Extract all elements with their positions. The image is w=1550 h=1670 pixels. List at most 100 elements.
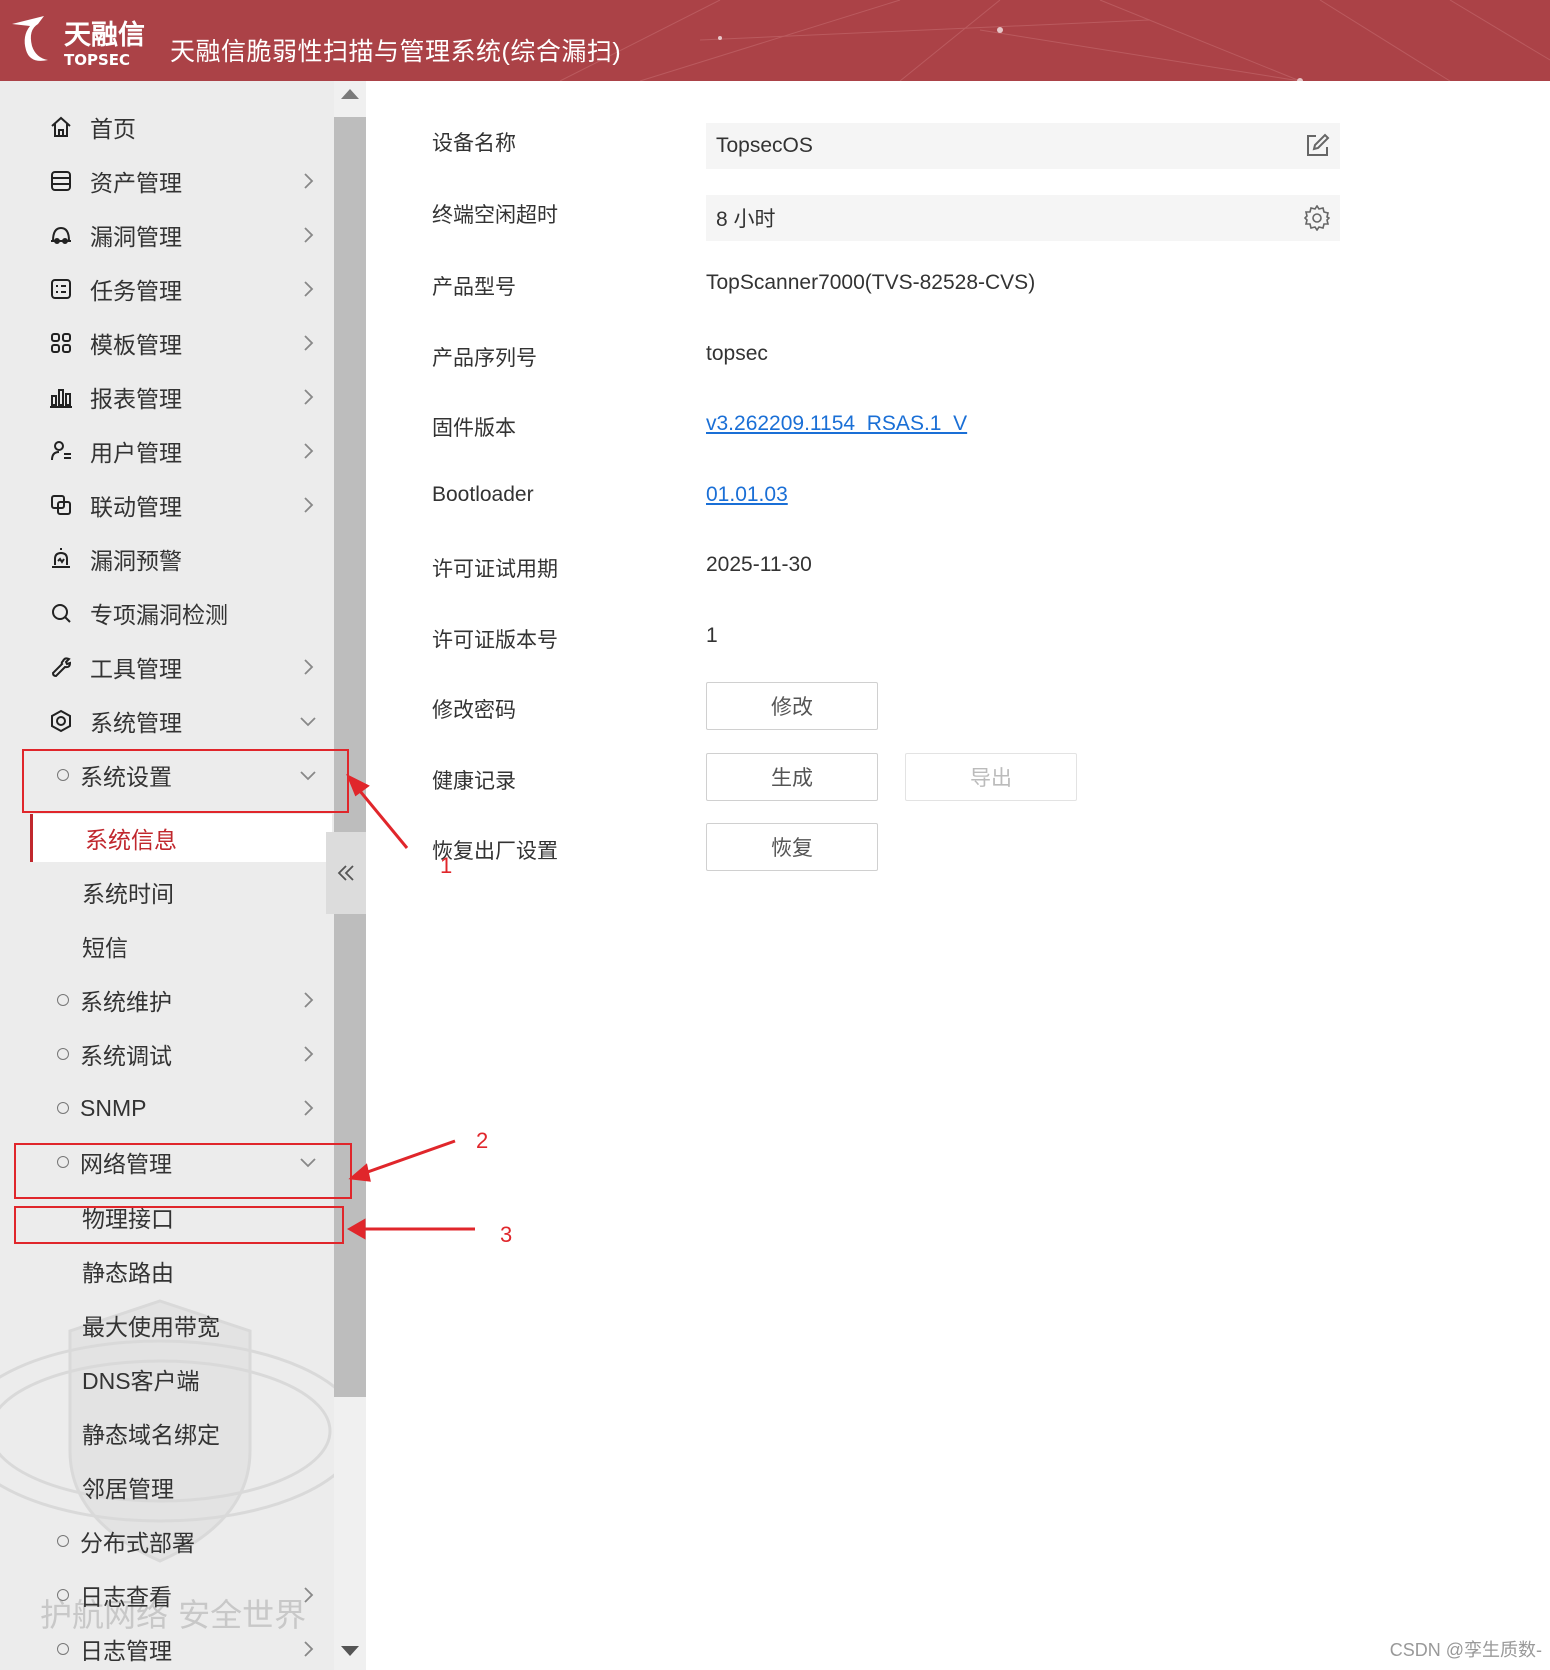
nav-item-vulns[interactable]: 漏洞管理 [0,211,334,259]
nav-sub-log-manage[interactable]: 日志管理 [0,1625,334,1670]
license-version-label: 许可证版本号 [432,629,558,652]
nav-sub-log-view[interactable]: 日志查看 [0,1571,334,1619]
model-label: 产品型号 [432,276,516,299]
nav-leaf-label: 系统信息 [85,827,177,853]
chevron-down-icon [300,717,316,727]
nav-sub-label: 日志管理 [80,1638,172,1664]
nav-item-linkage[interactable]: 联动管理 [0,481,334,529]
circle-bullet-icon [57,1589,69,1601]
nav-sub-distributed[interactable]: 分布式部署 [0,1517,334,1565]
search-icon [48,600,74,626]
nav-leaf-label: 短信 [82,935,128,961]
scroll-up-arrow-icon[interactable] [341,89,359,99]
topsec-logo: 天融信 TOPSEC [8,10,168,70]
nav-item-label: 任务管理 [90,278,182,304]
chevron-right-icon [304,173,314,189]
nav-leaf-system-info[interactable]: 系统信息 [30,814,332,862]
serial-value: topsec [706,342,768,365]
chevron-right-icon [304,389,314,405]
svg-text:天融信: 天融信 [64,20,145,51]
nav-item-tasks[interactable]: 任务管理 [0,265,334,313]
chevron-right-icon [304,1641,314,1657]
home-icon [48,114,74,140]
nav-leaf-static-domain[interactable]: 静态域名绑定 [0,1409,334,1457]
asset-icon [48,168,74,194]
user-icon [48,438,74,464]
template-icon [48,330,74,356]
nav-leaf-label: 邻居管理 [82,1476,174,1502]
nav-leaf-label: 系统时间 [82,881,174,907]
app-window: 天融信 TOPSEC 天融信脆弱性扫描与管理系统(综合漏扫) 护航网络 安全世界… [0,0,1550,1670]
nav-sub-maintenance[interactable]: 系统维护 [0,976,334,1024]
idle-timeout-field[interactable]: 8 小时 [706,195,1340,241]
device-name-field[interactable]: TopsecOS [706,123,1340,169]
nav-item-templates[interactable]: 模板管理 [0,319,334,367]
vuln-icon [48,222,74,248]
nav-item-assets[interactable]: 资产管理 [0,157,334,205]
nav-item-system[interactable]: 系统管理 [0,697,334,745]
firmware-link[interactable]: v3.262209.1154_RSAS.1_V [706,412,967,436]
license-version-value: 1 [706,624,718,647]
chevron-right-icon [304,1100,314,1116]
system-info-panel: 设备名称 TopsecOS 终端空闲超时 8 小时 产品型号 TopScanne… [366,81,1550,1670]
nav-item-label: 用户管理 [90,440,182,466]
chevron-right-icon [304,659,314,675]
nav-item-users[interactable]: 用户管理 [0,427,334,475]
chevron-right-icon [304,1587,314,1603]
double-chevron-left-icon [337,865,354,881]
app-title: 天融信脆弱性扫描与管理系统(综合漏扫) [170,38,622,66]
sidebar: 护航网络 安全世界 首页 资产管理 漏洞管理 任务管理 模板管理 报表管理 用户… [0,81,366,1670]
scroll-down-arrow-icon[interactable] [341,1646,359,1656]
nav-item-label: 模板管理 [90,332,182,358]
gear-icon[interactable] [1304,205,1330,231]
nav-leaf-dns-client[interactable]: DNS客户端 [0,1355,334,1403]
chevron-right-icon [304,335,314,351]
chevron-right-icon [304,497,314,513]
circle-bullet-icon [57,1048,69,1060]
nav-item-vuln-alert[interactable]: 漏洞预警 [0,535,334,583]
link-icon [48,492,74,518]
sidebar-collapse-button[interactable] [326,832,366,914]
alarm-icon [48,546,74,572]
device-name-label: 设备名称 [432,132,516,155]
nav-item-label: 工具管理 [90,656,182,682]
export-health-button[interactable]: 导出 [905,753,1077,801]
nav-item-special-detect[interactable]: 专项漏洞检测 [0,589,334,637]
nav-sub-snmp[interactable]: SNMP [0,1084,334,1132]
nav-item-label: 首页 [90,116,136,142]
factory-reset-button[interactable]: 恢复 [706,823,878,871]
report-icon [48,384,74,410]
nav-item-tools[interactable]: 工具管理 [0,643,334,691]
nav-leaf-label: 静态域名绑定 [82,1422,220,1448]
chevron-right-icon [304,227,314,243]
nav-item-home[interactable]: 首页 [0,103,334,151]
annotation-box-1 [22,749,349,813]
csdn-watermark: CSDN @孪生质数- [1389,1640,1542,1660]
generate-health-button[interactable]: 生成 [706,753,878,801]
bootloader-link[interactable]: 01.01.03 [706,483,788,507]
nav-leaf-label: 静态路由 [82,1260,174,1286]
task-icon [48,276,74,302]
nav-sub-label: 日志查看 [80,1584,172,1610]
health-record-label: 健康记录 [432,770,516,793]
nav-item-reports[interactable]: 报表管理 [0,373,334,421]
nav-leaf-neighbor[interactable]: 邻居管理 [0,1463,334,1511]
nav-leaf-system-time[interactable]: 系统时间 [0,868,334,916]
change-password-button[interactable]: 修改 [706,682,878,730]
chevron-right-icon [304,443,314,459]
edit-icon[interactable] [1304,133,1330,159]
nav-item-label: 漏洞管理 [90,224,182,250]
nav-leaf-max-bandwidth[interactable]: 最大使用带宽 [0,1301,334,1349]
idle-timeout-label: 终端空闲超时 [432,204,558,227]
system-icon [48,708,74,734]
license-expiry-value: 2025-11-30 [706,553,812,576]
tool-icon [48,654,74,680]
nav-leaf-sms[interactable]: 短信 [0,922,334,970]
annotation-number-3: 3 [500,1222,513,1247]
circle-bullet-icon [57,1102,69,1114]
annotation-box-2 [14,1143,352,1199]
nav-sub-debug[interactable]: 系统调试 [0,1030,334,1078]
nav-leaf-static-route[interactable]: 静态路由 [0,1247,334,1295]
annotation-number-1: 1 [440,853,453,878]
nav-item-label: 专项漏洞检测 [90,602,228,628]
